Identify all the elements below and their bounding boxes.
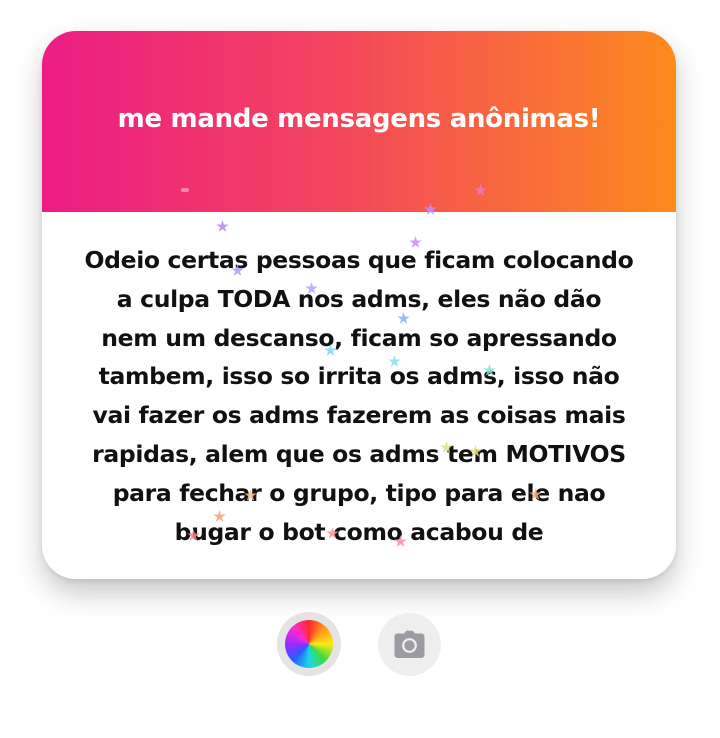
message-card: me mande mensagens anônimas! Odeio certa… xyxy=(42,31,676,579)
message-text: Odeio certas pessoas que ficam colocando… xyxy=(62,241,656,551)
message-line: tambem, isso so irrita os adms, isso não xyxy=(98,362,620,391)
message-line: bugar o bot como acabou de xyxy=(174,517,544,546)
card-title: me mande mensagens anônimas! xyxy=(117,103,601,134)
message-line: rapidas, alem que os adms tem MOTIVOS xyxy=(92,439,626,468)
message-line: a culpa TODA nos adms, eles não dão xyxy=(116,284,602,313)
color-wheel-icon xyxy=(285,620,333,668)
confetti-dot xyxy=(181,188,189,192)
message-line: vai fazer os adms fazerem as coisas mais xyxy=(92,401,626,430)
camera-button[interactable] xyxy=(378,613,441,676)
message-line: nem um descanso, ficam so apressando xyxy=(101,323,617,352)
color-picker-button[interactable] xyxy=(277,612,341,676)
card-header: me mande mensagens anônimas! xyxy=(42,31,676,212)
card-body: Odeio certas pessoas que ficam colocando… xyxy=(42,212,676,579)
message-line: Odeio certas pessoas que ficam colocando xyxy=(84,246,634,274)
camera-icon xyxy=(394,630,425,658)
